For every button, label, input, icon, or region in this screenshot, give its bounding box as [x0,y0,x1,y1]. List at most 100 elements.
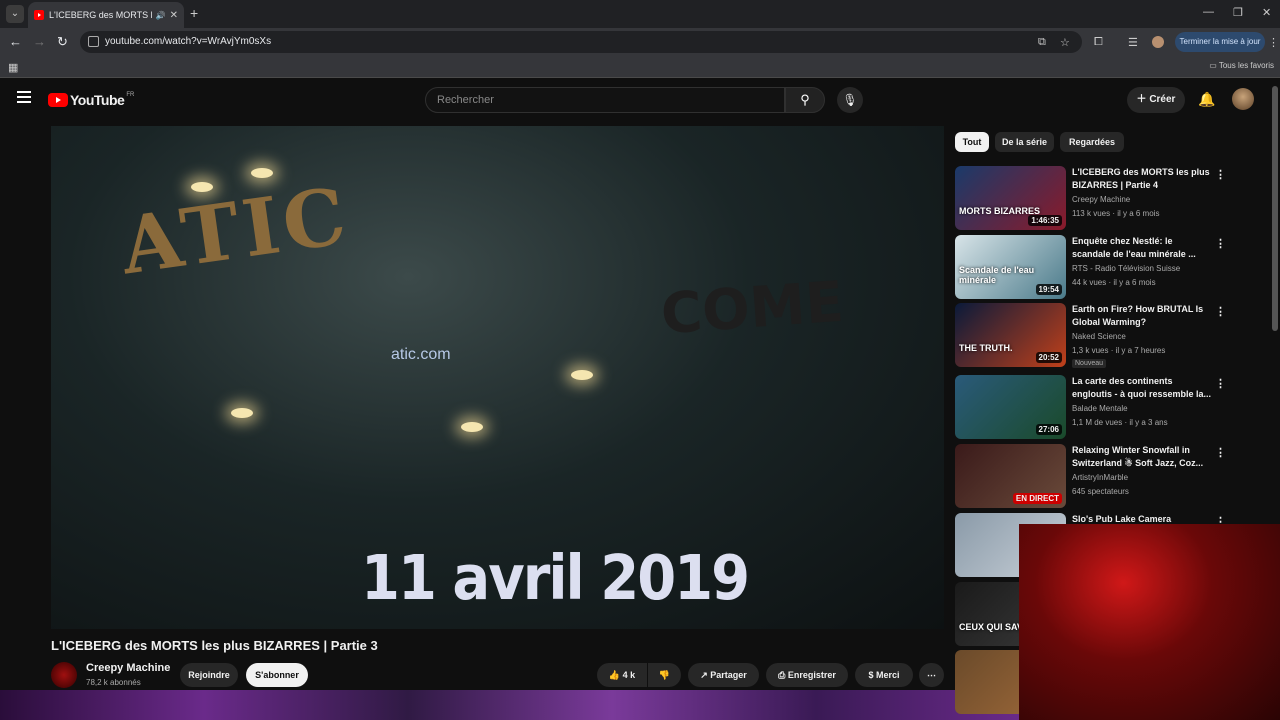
apps-grid-icon[interactable]: ▦ [8,61,18,74]
more-options-icon[interactable]: ⋮ [1215,237,1226,250]
search-icon[interactable]: ⚲ [785,87,825,113]
more-options-icon[interactable]: ⋮ [1215,377,1226,390]
recommendation-meta: 1,3 k vues · il y a 7 heures [1072,346,1166,355]
subscribe-button[interactable]: S'abonner [246,663,308,687]
bookmarks-bar: ▦ ▭ Tous les favoris [0,56,1280,78]
recommendation-channel-row: RTS - Radio Télévision Suisse [1072,264,1180,273]
recommendation-item[interactable]: EN DIRECT Relaxing Winter Snowfall in Swi… [955,444,1226,508]
chip-all[interactable]: Tout [955,132,989,152]
bookmark-star-icon[interactable]: ☆ [1060,36,1070,49]
site-info-icon[interactable] [88,36,99,47]
hamburger-menu-icon[interactable] [17,91,31,106]
all-bookmarks-label: Tous les favoris [1218,61,1274,70]
browser-tab-active[interactable]: L'ICEBERG des MORTS les p 🔊 ✕ [28,2,184,28]
video-caption: 11 avril 2019 [361,542,750,615]
chip-watched[interactable]: Regardées [1060,132,1124,152]
video-duration: 19:54 [1035,284,1062,295]
video-sign-text-2: COME [658,269,846,348]
recommendation-channel-row: Creepy Machine [1072,195,1130,204]
tab-list-button[interactable]: ⌄ [6,5,24,23]
youtube-header: YouTube FR Rechercher ⚲ 🎙 ＋ Créer 🔔 [0,79,1280,121]
microphone-icon[interactable]: 🎙 [837,87,863,113]
save-label: Enregistrer [787,670,836,680]
recommendation-thumbnail[interactable]: THE TRUTH. 20:52 [955,303,1066,367]
video-title: L'ICEBERG des MORTS les plus BIZARRES | … [51,638,378,653]
account-avatar[interactable] [1232,88,1254,110]
recommendation-channel-row: Naked Science [1072,332,1126,341]
recommendation-channel[interactable]: ArtistryInMarble [1072,473,1128,482]
more-options-icon[interactable]: ⋮ [1215,168,1226,181]
live-badge: EN DIRECT [1012,493,1062,504]
forward-icon[interactable]: → [33,34,46,49]
chip-series[interactable]: De la série [995,132,1054,152]
thanks-button[interactable]: $ Merci [855,663,913,687]
recommendation-channel[interactable]: RTS - Radio Télévision Suisse [1072,264,1180,273]
save-button[interactable]: ⎙ Enregistrer [766,663,848,687]
share-button[interactable]: ↗ Partager [688,663,759,687]
recommendation-thumbnail[interactable]: 27:06 [955,375,1066,439]
extensions-icon[interactable]: ⧠ [1094,36,1103,49]
video-light [231,408,253,418]
speaker-icon[interactable]: 🔊 [156,11,166,20]
new-tab-button[interactable]: + [190,5,198,21]
video-sign-url: atic.com [391,346,451,363]
webcam-overlay [1019,524,1280,720]
minimize-icon[interactable]: — [1203,6,1214,18]
recommendation-title[interactable]: La carte des continents engloutis - à qu… [1072,375,1212,401]
recommendation-channel[interactable]: Naked Science [1072,332,1126,341]
youtube-favicon-icon [34,10,44,20]
more-actions-icon[interactable]: ⋯ [919,663,944,687]
dislike-icon[interactable]: 👎 [648,663,681,687]
recommendation-item[interactable]: 27:06 La carte des continents engloutis -… [955,375,1226,439]
like-button[interactable]: 👍 4 k [597,663,647,687]
youtube-logo[interactable]: YouTube FR [48,92,134,108]
recommendation-thumbnail[interactable]: Scandale de l'eau minérale 19:54 [955,235,1066,299]
recommendation-thumbnail[interactable]: MORTS BIZARRES 1:46:35 [955,166,1066,230]
logo-text: YouTube [70,92,125,108]
thumbnail-text: Scandale de l'eau minérale [959,265,1035,285]
browser-toolbar: ← → ↻ youtube.com/watch?v=WrAvjYm0sXs ⧉ … [0,28,1280,56]
page-scrollbar[interactable] [1272,86,1278,331]
recommendation-title[interactable]: Earth on Fire? How BRUTAL Is Global Warm… [1072,303,1212,329]
chrome-menu-icon[interactable]: ⋮ [1268,36,1279,49]
close-window-icon[interactable]: ✕ [1262,6,1271,19]
recommendation-item[interactable]: THE TRUTH. 20:52 Earth on Fire? How BRUTAL… [955,303,1226,368]
video-player[interactable]: ATIC COME atic.com 11 avril 2019 [51,126,944,629]
video-sign-text: ATIC [115,170,356,293]
join-button[interactable]: Rejoindre [180,663,238,687]
back-icon[interactable]: ← [9,34,22,49]
recommendation-channel-row: Balade Mentale [1072,404,1128,413]
address-bar[interactable]: youtube.com/watch?v=WrAvjYm0sXs [80,31,1082,53]
reload-icon[interactable]: ↻ [57,34,68,50]
recommendation-item[interactable]: MORTS BIZARRES 1:46:35 L'ICEBERG des MORTS… [955,166,1226,230]
recommendation-meta: 44 k vues · il y a 6 mois [1072,278,1156,287]
profile-avatar[interactable] [1152,36,1164,48]
close-tab-icon[interactable]: ✕ [170,10,178,21]
search-input[interactable]: Rechercher [425,87,785,113]
share-label: Partager [710,670,747,680]
install-app-icon[interactable]: ⧉ [1038,36,1046,49]
channel-name[interactable]: Creepy Machine [86,662,170,674]
create-label: Créer [1149,94,1176,105]
notifications-bell-icon[interactable]: 🔔 [1198,91,1215,108]
new-badge: Nouveau [1072,359,1107,368]
create-button[interactable]: ＋ Créer [1127,87,1185,113]
recommendation-channel[interactable]: Balade Mentale [1072,404,1128,413]
update-button[interactable]: Terminer la mise à jour [1175,32,1265,52]
maximize-icon[interactable]: ❐ [1233,6,1243,19]
recommendation-thumbnail[interactable]: EN DIRECT [955,444,1066,508]
recommendation-title[interactable]: L'ICEBERG des MORTS les plus BIZARRES | … [1072,166,1212,192]
recommendation-title[interactable]: Relaxing Winter Snowfall in Switzerland … [1072,444,1212,470]
more-options-icon[interactable]: ⋮ [1215,446,1226,459]
video-duration: 27:06 [1035,424,1062,435]
recommendation-channel[interactable]: Creepy Machine [1072,195,1130,204]
more-options-icon[interactable]: ⋮ [1215,305,1226,318]
recommendation-item[interactable]: Scandale de l'eau minérale 19:54 Enquête c… [955,235,1226,299]
country-code: FR [126,92,135,98]
browser-tab-strip: ⌄ L'ICEBERG des MORTS les p 🔊 ✕ + — ❐ ✕ [0,0,1280,28]
recommendation-title[interactable]: Enquête chez Nestlé: le scandale de l'ea… [1072,235,1212,261]
reading-list-icon[interactable]: ☰ [1128,36,1138,49]
all-bookmarks-folder[interactable]: ▭ Tous les favoris [1209,61,1274,70]
video-duration: 20:52 [1035,352,1062,363]
channel-avatar[interactable] [51,662,77,688]
